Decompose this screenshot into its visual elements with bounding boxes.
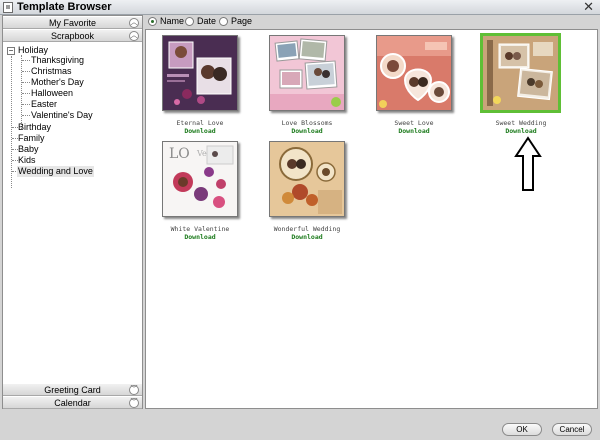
header-my-favorite[interactable]: My Favorite ︿ xyxy=(3,16,142,29)
header-calendar-label: Calendar xyxy=(54,398,91,408)
header-scrapbook-label: Scrapbook xyxy=(50,31,95,41)
header-scrapbook[interactable]: Scrapbook ︿ xyxy=(3,29,142,42)
sort-options: Name Date Page xyxy=(146,15,598,29)
chevron-down-icon[interactable]: ﹀ xyxy=(129,385,139,395)
tree-item-easter[interactable]: Easter xyxy=(31,99,57,110)
tree-branch xyxy=(22,82,30,83)
arrow-up-icon xyxy=(514,136,542,191)
template-name: Eternal Love xyxy=(176,119,224,127)
tree-item-family[interactable]: Family xyxy=(18,133,45,144)
svg-text:Ve: Ve xyxy=(196,149,207,158)
template-thumbnail[interactable] xyxy=(162,35,238,111)
tree-item-christmas[interactable]: Christmas xyxy=(31,66,72,77)
sort-name-radio[interactable] xyxy=(148,17,157,26)
template-name: White Valentine xyxy=(170,225,230,233)
tree-item-thanksgiving[interactable]: Thanksgiving xyxy=(31,55,84,66)
template-thumbnail[interactable]: LO Ve xyxy=(162,141,238,217)
template-name: Wonderful Wedding xyxy=(273,225,341,233)
tree-item-mothers-day[interactable]: Mother's Day xyxy=(31,77,84,88)
template-name: Sweet Wedding xyxy=(495,119,547,127)
header-greeting-card[interactable]: Greeting Card ﹀ xyxy=(3,383,142,396)
sort-date-radio[interactable] xyxy=(185,17,194,26)
svg-text:LO: LO xyxy=(169,146,190,162)
tree-branch xyxy=(22,104,30,105)
tree-branch xyxy=(22,60,30,61)
close-icon[interactable]: ✕ xyxy=(583,0,594,14)
chevron-up-icon[interactable]: ︿ xyxy=(129,18,139,28)
template-thumbnail[interactable] xyxy=(269,141,345,217)
cancel-button[interactable]: Cancel xyxy=(552,423,592,436)
sort-page-label: Page xyxy=(231,16,253,26)
tree-item-birthday[interactable]: Birthday xyxy=(18,122,51,133)
title-bar: Template Browser ✕ xyxy=(0,0,600,15)
tree-guide xyxy=(11,56,12,188)
chevron-down-icon[interactable]: ﹀ xyxy=(129,398,139,408)
tree-item-valentines-day[interactable]: Valentine's Day xyxy=(31,110,93,121)
download-link[interactable]: Download xyxy=(366,127,462,135)
collapse-icon[interactable]: − xyxy=(7,47,15,55)
template-name: Love Blossoms xyxy=(281,119,333,127)
template-grid: Eternal Love Download Love Blossoms Down… xyxy=(145,29,598,409)
tree-branch xyxy=(22,115,30,116)
window-title: Template Browser xyxy=(17,1,112,13)
tree-item-wedding-and-love[interactable]: Wedding and Love xyxy=(17,166,94,177)
header-my-favorite-label: My Favorite xyxy=(48,18,96,28)
template-thumbnail[interactable] xyxy=(269,35,345,111)
tree-branch xyxy=(22,93,30,94)
download-link[interactable]: Download xyxy=(152,127,248,135)
tree-item-halloween[interactable]: Halloween xyxy=(31,88,73,99)
template-thumbnail[interactable] xyxy=(376,35,452,111)
chevron-up-icon[interactable]: ︿ xyxy=(129,31,139,41)
sort-name-label: Name xyxy=(160,16,185,26)
category-panel: My Favorite ︿ Scrapbook ︿ − Holiday Than… xyxy=(2,15,143,409)
sort-page-radio[interactable] xyxy=(219,17,228,26)
download-link[interactable]: Download xyxy=(259,127,355,135)
header-calendar[interactable]: Calendar ﹀ xyxy=(3,396,142,409)
template-name: Sweet Love xyxy=(394,119,434,127)
download-link[interactable]: Download xyxy=(259,233,355,241)
tree-item-kids[interactable]: Kids xyxy=(18,155,36,166)
download-link[interactable]: Download xyxy=(473,127,569,135)
sort-date-label: Date xyxy=(197,16,217,26)
tree-guide xyxy=(21,55,22,129)
ok-button[interactable]: OK xyxy=(502,423,542,436)
template-thumbnail[interactable] xyxy=(480,33,561,113)
window-icon xyxy=(3,2,13,13)
tree-branch xyxy=(22,71,30,72)
header-greeting-card-label: Greeting Card xyxy=(44,385,101,395)
tree-item-baby[interactable]: Baby xyxy=(18,144,39,155)
download-link[interactable]: Download xyxy=(152,233,248,241)
